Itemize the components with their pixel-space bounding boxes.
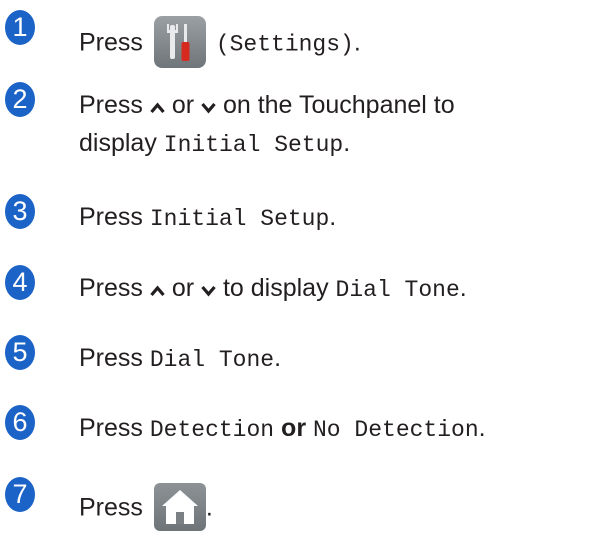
step-2: 2 Press or on the Touchpanel to display … xyxy=(0,82,611,158)
step-1: 1 Press (Settings). xyxy=(0,10,611,68)
press-text: Press xyxy=(79,274,143,302)
step-number: 5 xyxy=(5,335,35,370)
step-number: 7 xyxy=(5,477,35,512)
step-text: Press Initial Setup. xyxy=(79,202,336,234)
instruction-text: on the Touchpanel to xyxy=(222,91,455,119)
or-text: or xyxy=(171,274,195,302)
press-text: Press xyxy=(79,414,143,442)
settings-label: (Settings) xyxy=(215,31,354,58)
press-text: Press xyxy=(79,203,143,231)
setting-name: Initial Setup xyxy=(149,206,330,232)
press-text: Press xyxy=(79,493,143,522)
step-text: Press . xyxy=(79,483,213,533)
period: . xyxy=(459,274,467,302)
step-7: 7 Press . xyxy=(0,477,611,531)
press-text: Press xyxy=(79,28,143,57)
step-number: 4 xyxy=(5,265,35,300)
setting-name: Dial Tone xyxy=(335,277,460,303)
option-detection: Detection xyxy=(149,417,275,443)
period: . xyxy=(274,344,282,372)
press-text: Press xyxy=(79,344,143,372)
setting-name: Initial Setup xyxy=(163,132,344,158)
period: . xyxy=(343,129,351,157)
step-text: Press Detection or No Detection. xyxy=(79,413,486,445)
step-number: 3 xyxy=(5,194,35,229)
home-icon[interactable] xyxy=(153,483,206,531)
step-number: 2 xyxy=(5,82,35,117)
chevron-up-icon xyxy=(150,285,165,297)
step-text: Press Dial Tone. xyxy=(79,343,281,375)
chevron-down-icon xyxy=(201,102,216,114)
step-3: 3 Press Initial Setup. xyxy=(0,194,611,242)
display-text: display xyxy=(79,129,157,157)
setting-name: Dial Tone xyxy=(149,347,275,373)
settings-icon[interactable] xyxy=(153,16,206,68)
period: . xyxy=(478,414,486,442)
step-text: Press (Settings). xyxy=(79,16,361,70)
instruction-text: to display xyxy=(222,274,329,302)
period: . xyxy=(205,493,213,522)
step-number: 1 xyxy=(5,10,35,45)
step-6: 6 Press Detection or No Detection. xyxy=(0,405,611,453)
or-text: or xyxy=(281,414,307,442)
step-text-line-2: display Initial Setup. xyxy=(79,128,350,160)
step-5: 5 Press Dial Tone. xyxy=(0,335,611,383)
chevron-down-icon xyxy=(201,285,216,297)
step-text-line-1: Press or on the Touchpanel to xyxy=(79,90,455,120)
step-4: 4 Press or to display Dial Tone. xyxy=(0,265,611,313)
step-number: 6 xyxy=(5,405,35,440)
or-text: or xyxy=(171,91,195,119)
period: . xyxy=(353,28,361,57)
chevron-up-icon xyxy=(150,102,165,114)
option-no-detection: No Detection xyxy=(313,417,479,443)
period: . xyxy=(329,203,337,231)
step-text: Press or to display Dial Tone. xyxy=(79,273,467,305)
press-text: Press xyxy=(79,91,143,119)
